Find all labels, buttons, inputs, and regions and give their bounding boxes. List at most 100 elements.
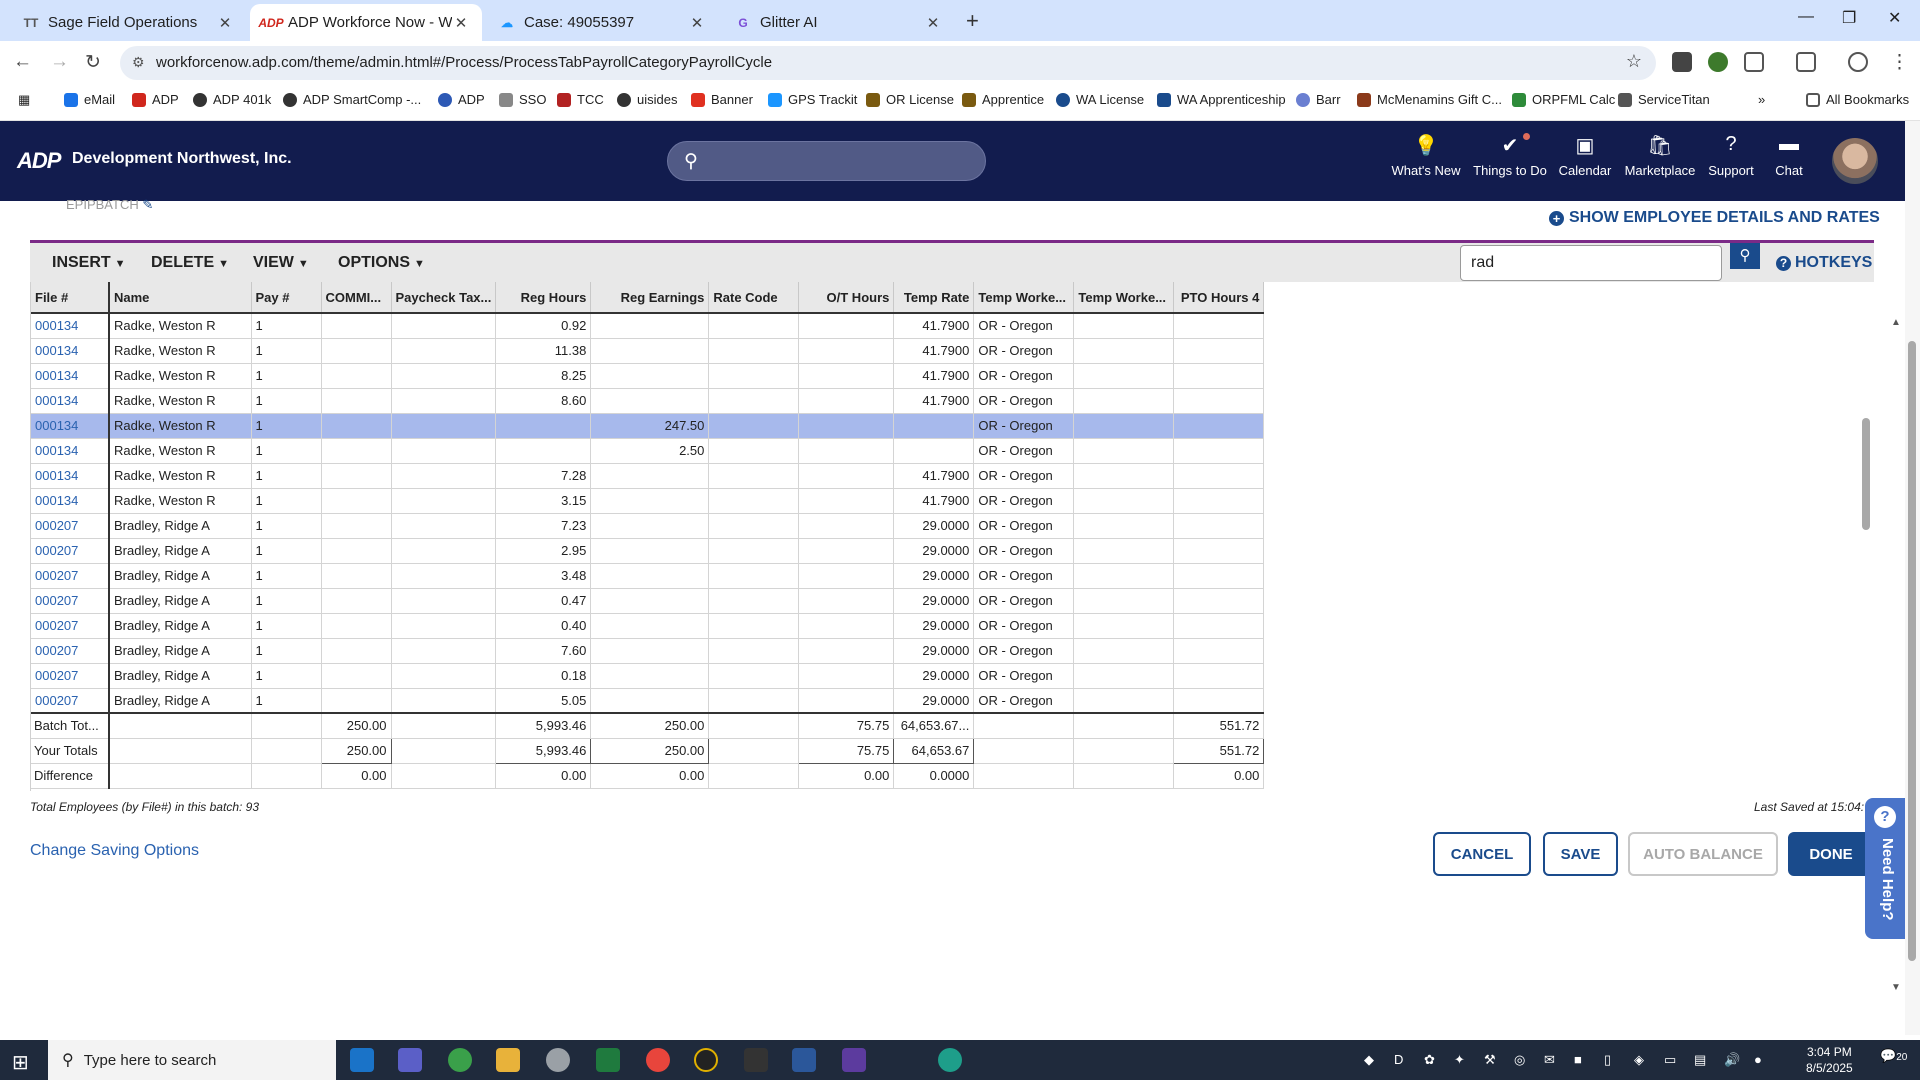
insert-menu[interactable]: INSERT ▼	[52, 254, 126, 272]
grid-cell[interactable]	[1073, 563, 1175, 589]
grid-cell[interactable]	[798, 338, 895, 364]
profile-icon[interactable]	[1848, 52, 1868, 72]
adp-logo[interactable]: ADP	[17, 148, 61, 174]
grid-cell[interactable]: 11.38	[495, 338, 592, 364]
bookmark-item[interactable]: Apprentice	[962, 92, 1044, 107]
speaker-icon[interactable]: 🔊	[1724, 1052, 1740, 1068]
page-scrollbar[interactable]	[1905, 121, 1920, 1035]
menu-dots-icon[interactable]: ⋮	[1890, 51, 1909, 74]
teams-icon[interactable]	[398, 1048, 422, 1072]
column-header[interactable]: COMMI...	[321, 282, 392, 314]
grid-cell[interactable]	[321, 563, 392, 589]
grid-cell[interactable]	[590, 563, 710, 589]
mail-icon[interactable]: ✉	[1544, 1052, 1555, 1068]
windows-start-icon[interactable]: ⊞	[12, 1050, 29, 1075]
table-row[interactable]: 000207 Bradley, Ridge A 1 0.47 29.0000 OR - O…	[31, 588, 1265, 614]
tab-adp-workforce-now[interactable]: ADP ADP Workforce Now - Workshe ✕	[250, 4, 482, 41]
grid-cell[interactable]: 41.7900	[893, 463, 975, 489]
grid-cell[interactable]	[708, 413, 800, 439]
grid-cell[interactable]	[590, 538, 710, 564]
grid-cell[interactable]	[798, 313, 895, 339]
grid-cell[interactable]	[1173, 663, 1265, 689]
totals-cell[interactable]: 64,653.67	[893, 737, 975, 764]
outlook-icon[interactable]	[350, 1048, 374, 1072]
column-header[interactable]: Paycheck Tax...	[391, 282, 497, 314]
app-icon[interactable]	[938, 1048, 962, 1072]
tab-search-icon[interactable]	[1796, 52, 1816, 72]
file-number-link[interactable]: 000134	[31, 488, 110, 514]
delete-menu[interactable]: DELETE ▼	[151, 254, 229, 272]
grid-cell[interactable]	[391, 563, 497, 589]
file-number-link[interactable]: 000207	[31, 688, 110, 714]
scroll-down-icon[interactable]: ▼	[1891, 982, 1901, 993]
nav-whats-new[interactable]: 💡 What's New	[1386, 133, 1466, 178]
grid-cell[interactable]	[590, 313, 710, 339]
grid-cell[interactable]: 41.7900	[893, 338, 975, 364]
grid-cell[interactable]	[1073, 463, 1175, 489]
grid-cell[interactable]: 247.50	[590, 413, 710, 439]
grid-cell[interactable]	[1073, 613, 1175, 639]
table-row[interactable]: 000207 Bradley, Ridge A 1 3.48 29.0000 OR - O…	[31, 563, 1265, 589]
file-number-link[interactable]: 000207	[31, 538, 110, 564]
grid-cell[interactable]	[708, 663, 800, 689]
close-tab-icon[interactable]: ✕	[688, 14, 706, 32]
grid-cell[interactable]: 0.92	[495, 313, 592, 339]
grid-cell[interactable]: Bradley, Ridge A	[109, 613, 252, 639]
table-row[interactable]: 000207 Bradley, Ridge A 1 0.40 29.0000 OR - O…	[31, 613, 1265, 639]
apps-grid-icon[interactable]: ▦	[18, 92, 30, 108]
word-icon[interactable]	[792, 1048, 816, 1072]
grid-cell[interactable]: OR - Oregon	[973, 338, 1075, 364]
bookmark-item[interactable]: ORPFML Calc	[1512, 92, 1615, 107]
grid-cell[interactable]	[495, 413, 592, 439]
grid-cell[interactable]: 1	[251, 638, 322, 664]
tab-glitter-ai[interactable]: G Glitter AI ✕	[722, 4, 954, 41]
grid-cell[interactable]: 7.28	[495, 463, 592, 489]
grid-cell[interactable]: 1	[251, 588, 322, 614]
grid-cell[interactable]	[321, 588, 392, 614]
grid-cell[interactable]: 1	[251, 363, 322, 389]
bookmark-item[interactable]: McMenamins Gift C...	[1357, 92, 1502, 107]
grid-cell[interactable]	[391, 688, 497, 714]
grid-cell[interactable]: Bradley, Ridge A	[109, 588, 252, 614]
close-tab-icon[interactable]: ✕	[452, 14, 470, 32]
app-icon[interactable]	[694, 1048, 718, 1072]
grid-cell[interactable]: OR - Oregon	[973, 438, 1075, 464]
grid-cell[interactable]	[1173, 363, 1265, 389]
grid-cell[interactable]: 0.40	[495, 613, 592, 639]
grid-cell[interactable]	[708, 588, 800, 614]
shield-icon[interactable]: ◈	[1634, 1052, 1644, 1068]
grid-cell[interactable]: 1	[251, 388, 322, 414]
table-row[interactable]: 000207 Bradley, Ridge A 1 7.23 29.0000 OR - O…	[31, 513, 1265, 539]
grid-cell[interactable]: 3.48	[495, 563, 592, 589]
grid-cell[interactable]: 1	[251, 513, 322, 539]
view-menu[interactable]: VIEW ▼	[253, 254, 309, 272]
table-row[interactable]: 000207 Bradley, Ridge A 1 0.18 29.0000 OR - O…	[31, 663, 1265, 689]
grid-cell[interactable]	[798, 488, 895, 514]
tray-app-icon[interactable]: ◎	[1514, 1052, 1525, 1068]
grid-cell[interactable]: 1	[251, 463, 322, 489]
grid-cell[interactable]	[893, 438, 975, 464]
grid-cell[interactable]: 1	[251, 563, 322, 589]
table-row[interactable]: 000134 Radke, Weston R 1 0.92 41.7900 OR - Or…	[31, 313, 1265, 339]
column-header[interactable]: Temp Rate	[893, 282, 975, 314]
grid-cell[interactable]	[391, 463, 497, 489]
url-text[interactable]: workforcenow.adp.com/theme/admin.html#/P…	[156, 54, 772, 71]
grid-cell[interactable]	[1073, 513, 1175, 539]
grid-cell[interactable]	[708, 563, 800, 589]
change-saving-options-link[interactable]: Change Saving Options	[30, 842, 199, 860]
grid-cell[interactable]: 41.7900	[893, 313, 975, 339]
file-number-link[interactable]: 000207	[31, 513, 110, 539]
grid-cell[interactable]	[321, 463, 392, 489]
grid-cell[interactable]	[590, 513, 710, 539]
grid-cell[interactable]	[1173, 563, 1265, 589]
grid-cell[interactable]	[798, 438, 895, 464]
totals-cell[interactable]: 5,993.46	[495, 737, 592, 764]
bookmark-item[interactable]: Barr	[1296, 92, 1341, 107]
save-button[interactable]: SAVE	[1543, 832, 1618, 876]
grid-cell[interactable]	[1073, 488, 1175, 514]
more-bookmarks-icon[interactable]: »	[1758, 92, 1765, 107]
grid-cell[interactable]	[1173, 613, 1265, 639]
table-row[interactable]: 000134 Radke, Weston R 1 2.50 OR - Oregon	[31, 438, 1265, 464]
grid-cell[interactable]	[391, 513, 497, 539]
grid-cell[interactable]: 1	[251, 413, 322, 439]
